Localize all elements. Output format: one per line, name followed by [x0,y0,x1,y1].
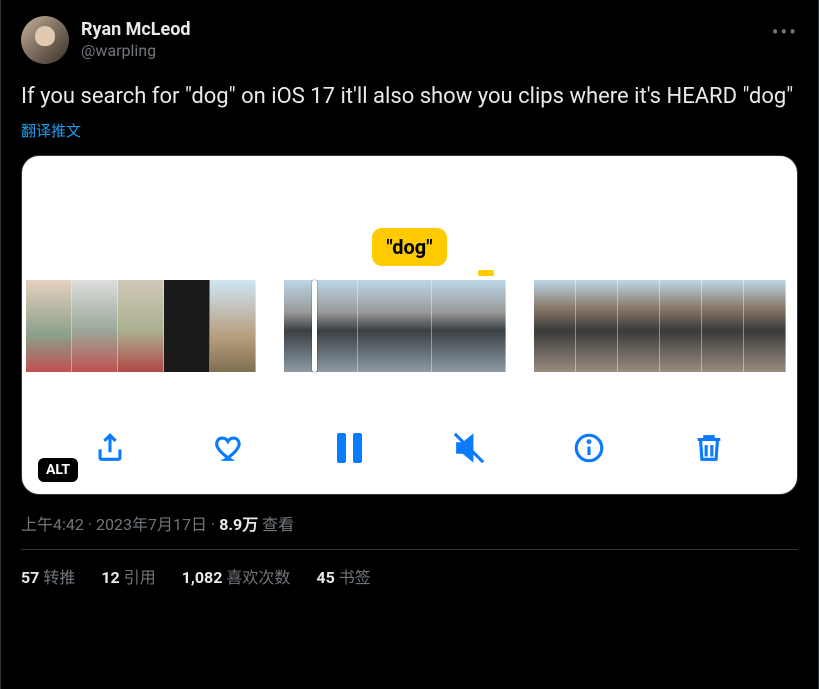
tooltip-pointer [478,270,494,276]
mute-icon[interactable] [449,428,489,468]
video-frame[interactable] [164,280,210,372]
search-tooltip: "dog" [372,228,446,266]
stat-bookmarks[interactable]: 45 书签 [316,564,370,588]
likes-count: 1,082 [182,568,223,587]
views-label: 查看 [262,515,294,534]
video-frame[interactable] [210,280,256,372]
stat-quotes[interactable]: 12 引用 [101,564,155,588]
video-frame[interactable] [534,280,576,372]
video-frame[interactable] [358,280,432,372]
quotes-label: 引用 [124,568,156,587]
quotes-count: 12 [101,568,119,587]
clip-group[interactable] [284,280,506,372]
likes-label: 喜欢次数 [226,568,290,587]
video-frame[interactable] [744,280,786,372]
user-handle[interactable]: @warpling [81,41,191,61]
trash-icon[interactable] [689,428,729,468]
clip-group[interactable] [534,280,786,372]
info-icon[interactable] [569,428,609,468]
user-block[interactable]: Ryan McLeod @warpling [21,16,191,64]
retweets-count: 57 [21,568,39,587]
tweet-meta: 上午4:42·2023年7月17日·8.9万 查看 [21,511,798,535]
tweet-container: Ryan McLeod @warpling ••• If you search … [0,0,819,689]
search-tooltip-row: "dog" [22,228,797,266]
bookmarks-count: 45 [316,568,334,587]
clip-group[interactable] [26,280,256,372]
media-card[interactable]: "dog" [21,155,798,495]
video-frame[interactable] [118,280,164,372]
retweets-label: 转推 [43,568,75,587]
media-toolbar [22,428,797,468]
alt-badge[interactable]: ALT [38,458,78,482]
share-icon[interactable] [90,428,130,468]
more-options-icon[interactable]: ••• [772,16,798,44]
translate-link[interactable]: 翻译推文 [21,120,798,141]
video-frame[interactable] [576,280,618,372]
tweet-text: If you search for "dog" on iOS 17 it'll … [21,82,798,112]
video-filmstrip[interactable] [22,280,797,372]
playhead[interactable] [312,280,317,372]
video-frame[interactable] [72,280,118,372]
tweet-header: Ryan McLeod @warpling ••• [21,16,798,64]
views-count[interactable]: 8.9万 [219,515,258,534]
pause-icon[interactable] [330,428,370,468]
user-names: Ryan McLeod @warpling [81,19,191,62]
bookmarks-label: 书签 [339,568,371,587]
heart-icon[interactable] [210,428,250,468]
stat-retweets[interactable]: 57转推 [21,564,75,588]
video-frame[interactable] [26,280,72,372]
tweet-time[interactable]: 上午4:42 [21,515,84,534]
display-name[interactable]: Ryan McLeod [81,19,191,42]
video-frame[interactable] [432,280,506,372]
stat-likes[interactable]: 1,082喜欢次数 [182,564,291,588]
video-frame[interactable] [618,280,660,372]
video-frame[interactable] [660,280,702,372]
tweet-date[interactable]: 2023年7月17日 [96,515,207,534]
video-frame[interactable] [702,280,744,372]
tweet-stats: 57转推 12 引用 1,082喜欢次数 45 书签 [21,550,798,588]
avatar[interactable] [21,16,69,64]
video-frame[interactable] [284,280,358,372]
